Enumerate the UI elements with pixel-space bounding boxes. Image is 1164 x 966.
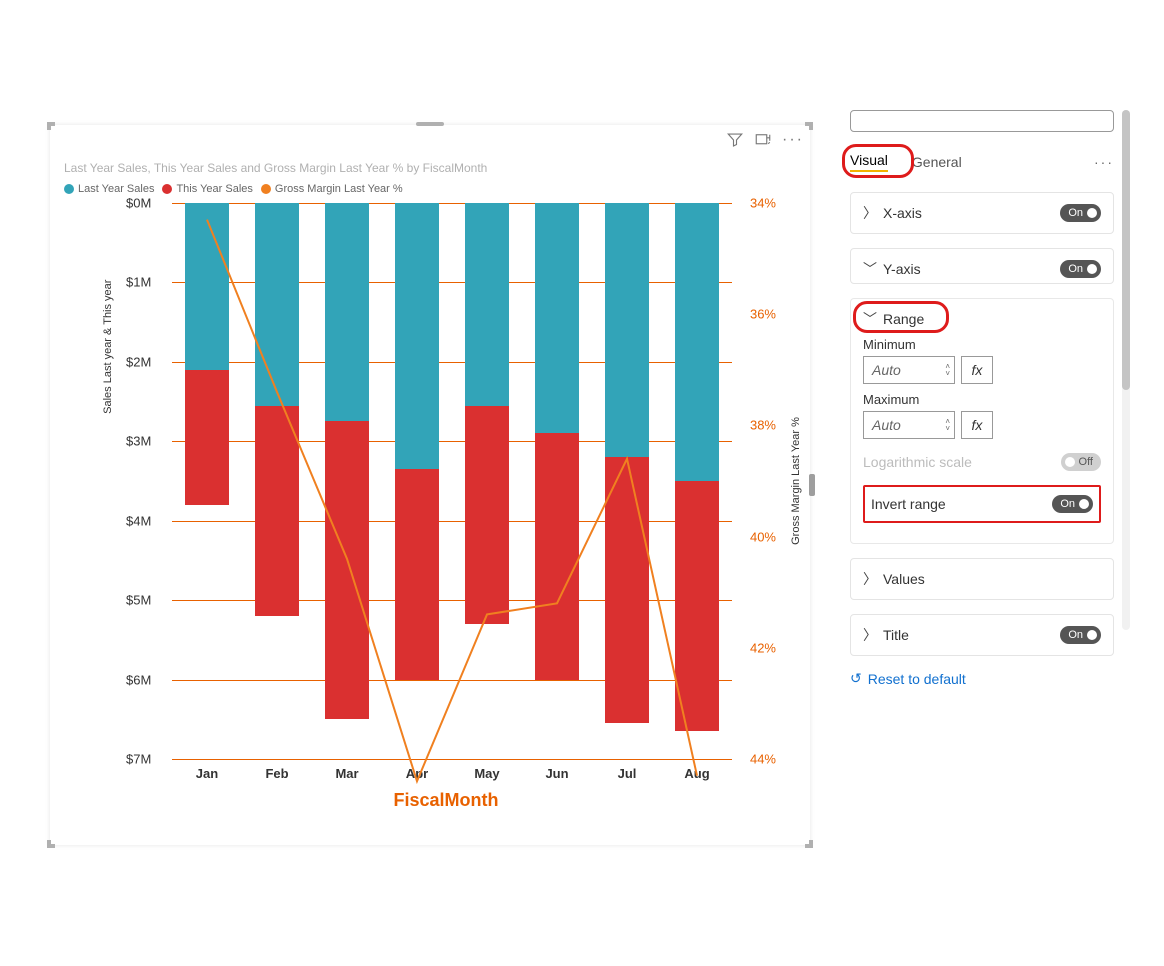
field-label: Maximum [863,392,1101,407]
row-invert-range: Invert range On [863,485,1101,523]
resize-handle[interactable] [47,122,51,130]
filter-icon[interactable] [726,131,744,149]
y-axis-tick: $5M [126,593,151,608]
spinner-icon[interactable]: ˄˅ [945,418,950,432]
legend-item: Last Year Sales [64,183,154,195]
field-label: Invert range [871,496,946,512]
y-axis-tick: $2M [126,354,151,369]
chevron-down-icon: ﹀ [863,259,877,279]
drag-handle[interactable] [416,122,444,126]
line-series[interactable] [207,220,697,782]
chevron-down-icon: ﹀ [863,309,877,329]
fx-button[interactable]: fx [961,411,993,439]
more-options-icon[interactable]: ··· [782,131,800,149]
card-label: Title [883,627,909,643]
card-range: ﹀ Range Minimum Auto ˄˅ fx Maximum Auto ˄… [850,298,1114,544]
y-axis-tick: $4M [126,513,151,528]
reset-to-default-link[interactable]: ↺ Reset to default [850,670,1114,687]
card-values[interactable]: 〉 Values [850,558,1114,600]
x-axis-tick: Feb [265,766,288,781]
y-axis-secondary-tick: 36% [750,307,776,322]
x-axis-tick: Jul [618,766,637,781]
toggle-invert-range[interactable]: On [1052,495,1093,513]
x-axis-tick: Mar [335,766,358,781]
tab-visual[interactable]: Visual [850,152,888,172]
toggle-x-axis[interactable]: On [1060,204,1101,222]
y-axis-secondary-tick: 40% [750,529,776,544]
resize-handle[interactable] [809,122,813,130]
x-axis-title: FiscalMonth [393,790,498,811]
toggle-y-axis[interactable]: On [1060,260,1101,278]
format-panel: Visual General ··· 〉 X-axis On ﹀ Y-axis On… [850,110,1114,687]
resize-handle[interactable] [809,474,815,496]
spinner-icon[interactable]: ˄˅ [945,363,950,377]
y-axis-tick: $1M [126,275,151,290]
chevron-right-icon: 〉 [863,569,877,589]
y-axis-tick: $3M [126,434,151,449]
x-axis-tick: May [474,766,499,781]
card-label: Values [883,571,925,587]
legend-item: Gross Margin Last Year % [261,183,403,195]
y-axis-secondary-tick: 38% [750,418,776,433]
legend-item: This Year Sales [162,183,252,195]
chart-title: Last Year Sales, This Year Sales and Gro… [64,161,487,175]
resize-handle[interactable] [809,840,813,848]
y-axis-right-title: Gross Margin Last Year % [790,417,802,545]
card-y-axis[interactable]: ﹀ Y-axis On [850,248,1114,284]
resize-handle[interactable] [47,840,51,848]
search-input[interactable] [850,110,1114,132]
tab-general[interactable]: General [912,154,962,170]
reset-icon: ↺ [850,670,862,687]
x-axis-tick: Jan [196,766,218,781]
more-options-icon[interactable]: ··· [1094,154,1114,170]
plot-area: Sales Last year & This year Gross Margin… [112,203,780,759]
chart-legend: Last Year Sales This Year Sales Gross Ma… [64,183,403,195]
input-y-min[interactable]: Auto ˄˅ [863,356,955,384]
card-x-axis[interactable]: 〉 X-axis On [850,192,1114,234]
y-axis-tick: $7M [126,752,151,767]
fx-button[interactable]: fx [961,356,993,384]
toggle-title[interactable]: On [1060,626,1101,644]
y-axis-left-title: Sales Last year & This year [102,280,114,414]
field-label: Minimum [863,337,1101,352]
y-axis-secondary-tick: 42% [750,640,776,655]
x-axis-tick: Jun [545,766,568,781]
card-label: Y-axis [883,261,921,277]
y-axis-secondary-tick: 44% [750,752,776,767]
scrollbar[interactable] [1122,110,1130,630]
toggle-log-scale[interactable]: Off [1061,453,1101,471]
chart-visual-container[interactable]: ··· Last Year Sales, This Year Sales and… [50,125,810,845]
card-label: X-axis [883,205,922,221]
y-axis-tick: $0M [126,196,151,211]
y-axis-tick: $6M [126,672,151,687]
scrollbar-thumb[interactable] [1122,110,1130,390]
chevron-right-icon: 〉 [863,625,877,645]
card-label[interactable]: Range [883,311,924,327]
field-label: Logarithmic scale [863,454,972,470]
focus-mode-icon[interactable] [754,131,772,149]
card-title[interactable]: 〉 Title On [850,614,1114,656]
chevron-right-icon: 〉 [863,203,877,223]
input-y-max[interactable]: Auto ˄˅ [863,411,955,439]
y-axis-secondary-tick: 34% [750,196,776,211]
